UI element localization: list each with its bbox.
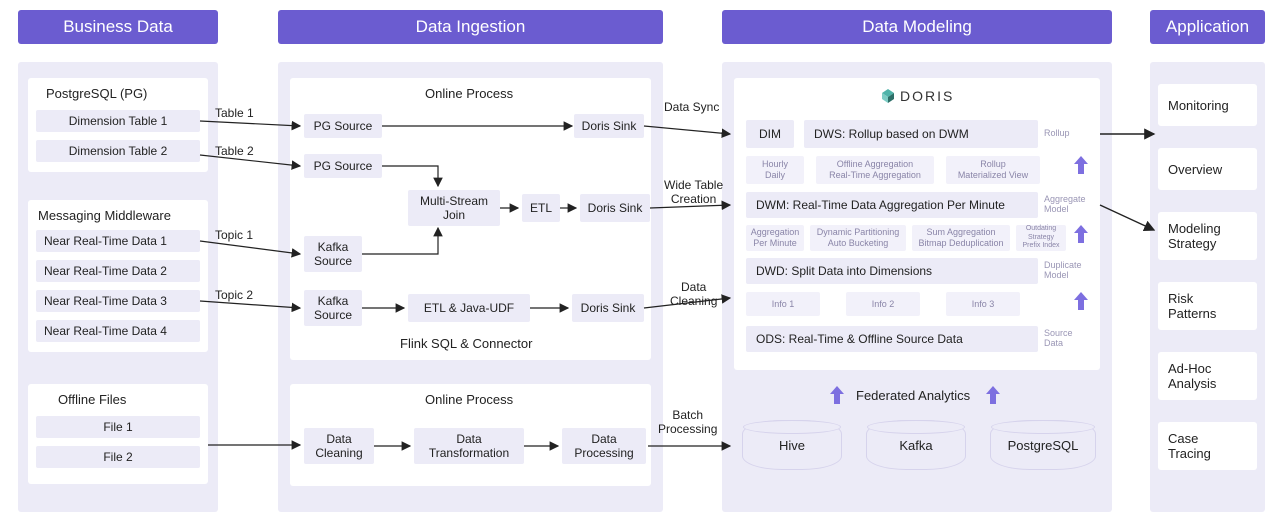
pill-multi-stream: Multi-Stream Join bbox=[408, 190, 500, 226]
pill-kafka-source-1: Kafka Source bbox=[304, 236, 362, 272]
flink-footer: Flink SQL & Connector bbox=[400, 336, 532, 351]
pill-dim: DIM bbox=[746, 120, 794, 148]
app-adhoc: Ad-Hoc Analysis bbox=[1158, 352, 1257, 400]
pill-kafka-source-2: Kafka Source bbox=[304, 290, 362, 326]
cyl-hive-label: Hive bbox=[779, 438, 805, 453]
pill-dwd: DWD: Split Data into Dimensions bbox=[746, 258, 1038, 284]
app-risk-patterns: Risk Patterns bbox=[1158, 282, 1257, 330]
federated-label: Federated Analytics bbox=[856, 388, 970, 404]
up-arrow-1 bbox=[1074, 156, 1088, 174]
pill-dim1: Dimension Table 1 bbox=[36, 110, 200, 132]
header-business: Business Data bbox=[18, 10, 218, 44]
pill-etl-udf: ETL & Java-UDF bbox=[408, 294, 530, 322]
pill-nrt1: Near Real-Time Data 1 bbox=[36, 230, 200, 252]
pill-row3-c: Info 3 bbox=[946, 292, 1020, 316]
pill-row2-a: Aggregation Per Minute bbox=[746, 225, 804, 251]
header-modeling: Data Modeling bbox=[722, 10, 1112, 44]
label-table2: Table 2 bbox=[215, 144, 254, 158]
up-arrow-fed-right bbox=[986, 386, 1000, 404]
pill-doris-sink-3: Doris Sink bbox=[572, 294, 644, 322]
pill-row3-a: Info 1 bbox=[746, 292, 820, 316]
label-data-sync: Data Sync bbox=[664, 100, 719, 114]
pill-row2-d: Outdating Strategy Prefix Index bbox=[1016, 225, 1066, 251]
label-batch-processing: Batch Processing bbox=[658, 408, 717, 437]
pill-row1-c: Rollup Materialized View bbox=[946, 156, 1040, 184]
label-topic2: Topic 2 bbox=[215, 288, 253, 302]
group-pg: PostgreSQL (PG) Dimension Table 1 Dimens… bbox=[28, 78, 208, 172]
pill-dwm: DWM: Real-Time Data Aggregation Per Minu… bbox=[746, 192, 1038, 218]
app-overview: Overview bbox=[1158, 148, 1257, 190]
mm-title: Messaging Middleware bbox=[38, 208, 171, 223]
pill-pg-source-1: PG Source bbox=[304, 114, 382, 138]
doris-text: DORIS bbox=[900, 88, 954, 104]
pill-row1-b: Offline Aggregation Real-Time Aggregatio… bbox=[816, 156, 934, 184]
pill-data-transformation: Data Transformation bbox=[414, 428, 524, 464]
pill-doris-sink-1: Doris Sink bbox=[574, 114, 644, 138]
label-topic1: Topic 1 bbox=[215, 228, 253, 242]
app-case-tracing: Case Tracing bbox=[1158, 422, 1257, 470]
pill-file2: File 2 bbox=[36, 446, 200, 468]
offline-process-title: Online Process bbox=[425, 392, 513, 407]
group-mm: Messaging Middleware Near Real-Time Data… bbox=[28, 200, 208, 352]
label-wide-table: Wide Table Creation bbox=[664, 178, 723, 207]
pg-title: PostgreSQL (PG) bbox=[46, 86, 147, 101]
up-arrow-3 bbox=[1074, 292, 1088, 310]
cyl-kafka: Kafka bbox=[866, 420, 966, 470]
dwm-side: Aggregate Model bbox=[1044, 194, 1086, 215]
pill-nrt3: Near Real-Time Data 3 bbox=[36, 290, 200, 312]
doris-logo: DORIS bbox=[880, 88, 954, 104]
pill-nrt4: Near Real-Time Data 4 bbox=[36, 320, 200, 342]
pill-data-cleaning: Data Cleaning bbox=[304, 428, 374, 464]
pill-row2-c: Sum Aggregation Bitmap Deduplication bbox=[912, 225, 1010, 251]
pill-ods: ODS: Real-Time & Offline Source Data bbox=[746, 326, 1038, 352]
pill-row2-b: Dynamic Partitioning Auto Bucketing bbox=[810, 225, 906, 251]
pill-dws: DWS: Rollup based on DWM bbox=[804, 120, 1038, 148]
app-monitoring: Monitoring bbox=[1158, 84, 1257, 126]
pill-row1-a: Hourly Daily bbox=[746, 156, 804, 184]
ods-side: Source Data bbox=[1044, 328, 1073, 349]
group-offline: Offline Files File 1 File 2 bbox=[28, 384, 208, 484]
pill-file1: File 1 bbox=[36, 416, 200, 438]
pill-row3-b: Info 2 bbox=[846, 292, 920, 316]
header-application: Application bbox=[1150, 10, 1265, 44]
cyl-postgres: PostgreSQL bbox=[990, 420, 1096, 470]
cyl-postgres-label: PostgreSQL bbox=[1008, 438, 1079, 453]
offline-title: Offline Files bbox=[58, 392, 126, 407]
pill-nrt2: Near Real-Time Data 2 bbox=[36, 260, 200, 282]
label-table1: Table 1 bbox=[215, 106, 254, 120]
pill-pg-source-2: PG Source bbox=[304, 154, 382, 178]
group-online-process: Online Process PG Source PG Source Kafka… bbox=[290, 78, 651, 360]
up-arrow-fed-left bbox=[830, 386, 844, 404]
cyl-kafka-label: Kafka bbox=[899, 438, 932, 453]
pill-etl: ETL bbox=[522, 194, 560, 222]
dws-side: Rollup bbox=[1044, 128, 1070, 138]
cyl-hive: Hive bbox=[742, 420, 842, 470]
pill-doris-sink-2: Doris Sink bbox=[580, 194, 650, 222]
header-ingestion: Data Ingestion bbox=[278, 10, 663, 44]
label-data-cleaning: Data Cleaning bbox=[670, 280, 717, 309]
pill-dim2: Dimension Table 2 bbox=[36, 140, 200, 162]
dwd-side: Duplicate Model bbox=[1044, 260, 1082, 281]
pill-data-processing: Data Processing bbox=[562, 428, 646, 464]
group-offline-process: Online Process Data Cleaning Data Transf… bbox=[290, 384, 651, 486]
up-arrow-2 bbox=[1074, 225, 1088, 243]
online-title: Online Process bbox=[425, 86, 513, 101]
app-modeling-strategy: Modeling Strategy bbox=[1158, 212, 1257, 260]
